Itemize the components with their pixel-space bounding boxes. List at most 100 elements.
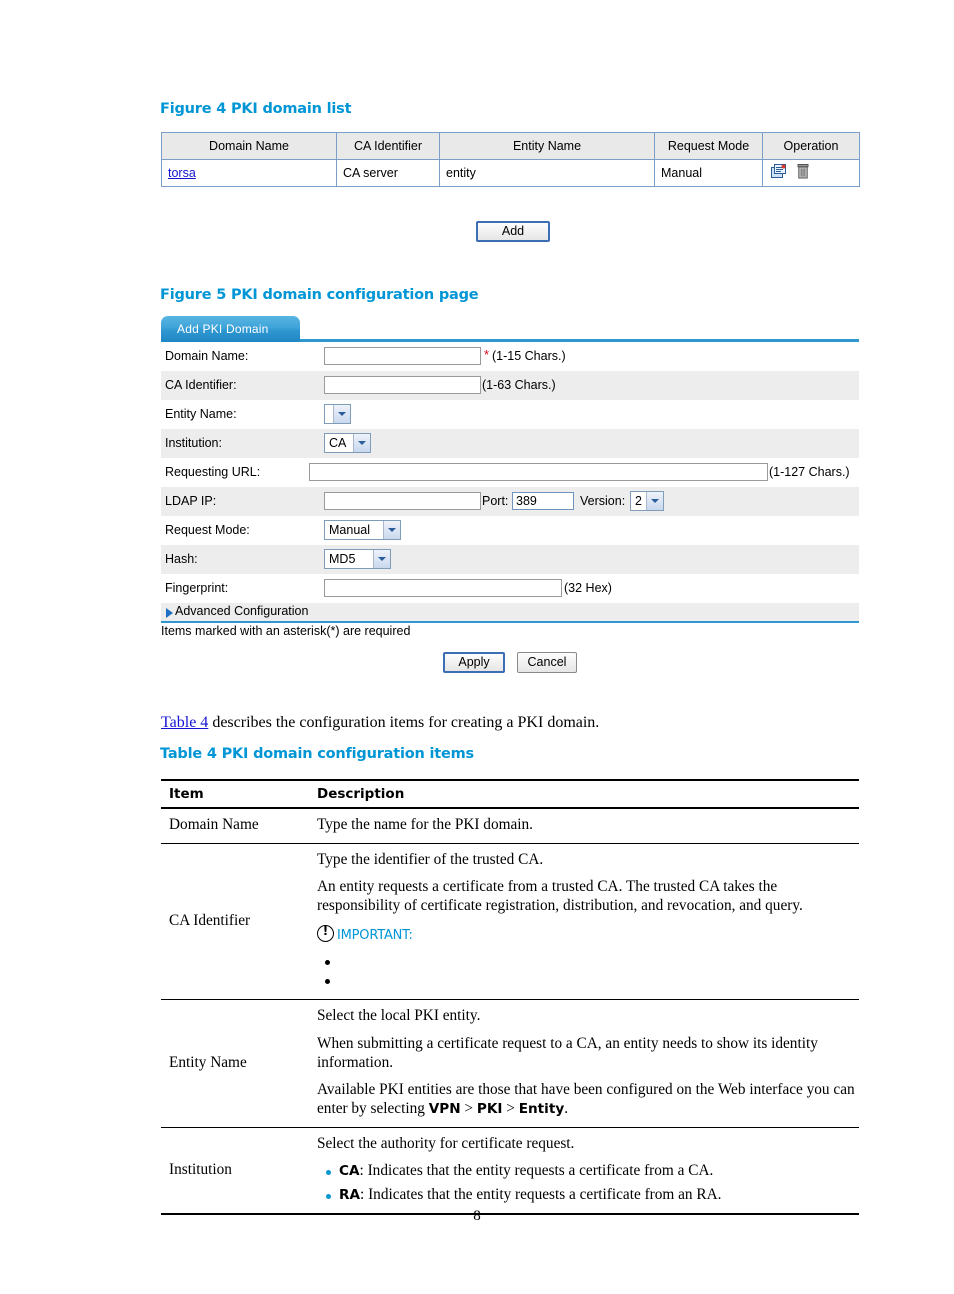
option-ca-text: : Indicates that the entity requests a c… (359, 1162, 714, 1180)
ldap-version-select-value: 2 (635, 494, 642, 508)
form-row-entity-name: Entity Name: (161, 400, 859, 429)
pki-domain-list-table: Domain Name CA Identifier Entity Name Re… (161, 132, 860, 187)
nav-menu-pki: PKI (476, 1100, 503, 1117)
description-paragraph: An entity requests a certificate from a … (317, 878, 803, 914)
nav-post-text: . (564, 1099, 569, 1117)
tab-strip: Add PKI Domain (161, 316, 859, 342)
option-ca-label: CA (339, 1163, 360, 1180)
column-header-entity-name: Entity Name (439, 132, 655, 160)
hash-select[interactable]: MD5 (324, 549, 391, 569)
entity-name-label: Entity Name: (165, 407, 237, 421)
institution-select[interactable]: CA (324, 433, 371, 453)
form-row-domain-name: Domain Name: * (1-15 Chars.) (161, 342, 859, 371)
fingerprint-label: Fingerprint: (165, 581, 229, 595)
column-header-item: Item (161, 779, 309, 809)
option-ra-text: : Indicates that the entity requests a c… (360, 1185, 722, 1203)
port-input[interactable]: 389 (512, 492, 574, 510)
option-ra-label: RA (339, 1186, 360, 1203)
table-row: Institution Select the authority for cer… (161, 1127, 859, 1215)
form-row-request-mode: Request Mode: Manual (161, 516, 859, 545)
cancel-button[interactable]: Cancel (517, 652, 577, 673)
ca-identifier-input[interactable] (324, 376, 481, 394)
item-ca-identifier: CA Identifier (161, 843, 309, 1001)
institution-select-value: CA (329, 436, 347, 450)
description-paragraph: Select the local PKI entity. (317, 1007, 481, 1025)
list-item: RA: Indicates that the entity requests a… (326, 1185, 859, 1205)
delete-icon[interactable] (797, 164, 809, 182)
institution-label: Institution: (165, 436, 222, 450)
chevron-down-icon (373, 550, 390, 568)
table-4-intro-paragraph: Table 4 describes the configuration item… (161, 714, 599, 732)
request-mode-select-value: Manual (329, 523, 370, 537)
advanced-configuration-label: Advanced Configuration (175, 604, 309, 618)
ldap-ip-label: LDAP IP: (165, 494, 217, 508)
column-header-description: Description (309, 779, 859, 809)
nav-sep-1: > (460, 1099, 477, 1117)
hash-select-value: MD5 (329, 552, 356, 566)
table-row: Domain Name Type the name for the PKI do… (161, 808, 859, 844)
figure-4-caption: Figure 4 PKI domain list (160, 101, 352, 117)
important-label: IMPORTANT: (337, 927, 413, 943)
expand-triangle-icon (166, 608, 173, 618)
column-header-domain-name: Domain Name (161, 132, 337, 160)
nav-sep-2: > (502, 1099, 519, 1117)
table-header-row: Item Description (161, 779, 859, 809)
chevron-down-icon (333, 405, 350, 423)
table-header-row: Domain Name CA Identifier Entity Name Re… (161, 132, 860, 160)
domain-name-hint: (1-15 Chars.) (492, 349, 566, 363)
list-item (325, 953, 859, 972)
cell-operation (762, 159, 860, 187)
chevron-down-icon (646, 492, 663, 510)
empty-bullet-list (317, 953, 859, 991)
description-entity-name: Select the local PKI entity. When submit… (309, 999, 859, 1128)
requesting-url-hint: (1-127 Chars.) (769, 465, 850, 479)
nav-menu-entity: Entity (518, 1100, 565, 1117)
institution-option-list: CA: Indicates that the entity requests a… (317, 1162, 859, 1204)
description-domain-name: Type the name for the PKI domain. (309, 808, 859, 844)
description-institution: Select the authority for certificate req… (309, 1127, 859, 1215)
form-row-requesting-url: Requesting URL: (1-127 Chars.) (161, 458, 859, 487)
pki-domain-configuration-items-table: Item Description Domain Name Type the na… (161, 779, 859, 1215)
ldap-ip-input[interactable] (324, 492, 481, 510)
requesting-url-label: Requesting URL: (165, 465, 261, 479)
requesting-url-input[interactable] (309, 463, 768, 481)
certificate-icon[interactable] (771, 164, 787, 182)
cell-domain-name: torsa (161, 159, 337, 187)
port-label: Port: (482, 494, 509, 508)
required-asterisk: * (484, 347, 490, 362)
domain-name-link[interactable]: torsa (168, 166, 196, 180)
item-domain-name: Domain Name (161, 808, 309, 844)
nav-pre-text: Available PKI entities are those that ha… (317, 1081, 855, 1117)
column-header-request-mode: Request Mode (654, 132, 763, 160)
ldap-version-select[interactable]: 2 (630, 491, 664, 511)
form-row-hash: Hash: MD5 (161, 545, 859, 574)
column-header-ca-identifier: CA Identifier (336, 132, 440, 160)
table-4-crossref-link[interactable]: Table 4 (161, 714, 208, 731)
form-row-ldap-ip: LDAP IP: Port: 389 Version: 2 (161, 487, 859, 516)
list-item: CA: Indicates that the entity requests a… (326, 1162, 859, 1181)
table-4-caption: Table 4 PKI domain configuration items (160, 746, 474, 762)
chevron-down-icon (353, 434, 370, 452)
apply-button[interactable]: Apply (443, 652, 505, 673)
form-button-bar: Apply Cancel (161, 644, 859, 682)
table-row: Entity Name Select the local PKI entity.… (161, 999, 859, 1128)
ca-identifier-label: CA Identifier: (165, 378, 237, 392)
document-page: Figure 4 PKI domain list Domain Name CA … (0, 0, 954, 1294)
fingerprint-input[interactable] (324, 579, 562, 597)
cell-ca-identifier: CA server (336, 159, 440, 187)
item-entity-name: Entity Name (161, 999, 309, 1128)
description-paragraph: Select the authority for certificate req… (317, 1134, 575, 1152)
cell-entity-name: entity (439, 159, 655, 187)
advanced-configuration-toggle[interactable]: Advanced Configuration (161, 603, 859, 623)
request-mode-select[interactable]: Manual (324, 520, 401, 540)
fingerprint-hint: (32 Hex) (564, 581, 612, 595)
column-header-operation: Operation (762, 132, 860, 160)
domain-name-input[interactable] (324, 347, 481, 365)
nav-menu-vpn: VPN (428, 1100, 461, 1117)
form-row-ca-identifier: CA Identifier: (1-63 Chars.) (161, 371, 859, 400)
entity-name-select[interactable] (324, 404, 351, 424)
hash-label: Hash: (165, 552, 198, 566)
tab-add-pki-domain[interactable]: Add PKI Domain (161, 316, 300, 342)
list-item (325, 972, 859, 991)
add-button[interactable]: Add (476, 221, 550, 242)
